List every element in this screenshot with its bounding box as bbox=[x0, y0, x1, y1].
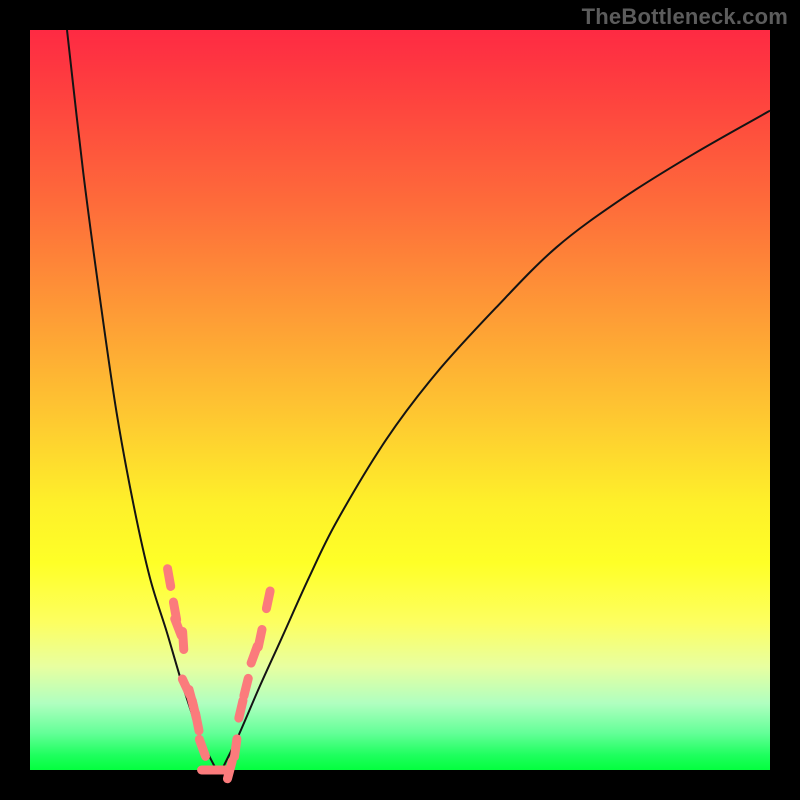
left-branch-curve bbox=[67, 30, 216, 770]
marker-tick bbox=[239, 701, 243, 719]
marker-tick bbox=[258, 629, 262, 647]
right-branch-curve bbox=[222, 111, 770, 770]
watermark: TheBottleneck.com bbox=[582, 4, 788, 30]
marker-tick bbox=[183, 632, 184, 650]
marker-tick bbox=[227, 761, 232, 778]
marker-tick bbox=[168, 569, 171, 587]
marker-tick bbox=[244, 678, 248, 695]
chart-svg bbox=[30, 30, 770, 770]
chart-frame bbox=[30, 30, 770, 770]
marker-tick bbox=[235, 739, 237, 757]
marker-tick bbox=[266, 591, 270, 609]
marker-group bbox=[168, 569, 271, 779]
marker-tick bbox=[195, 713, 199, 731]
marker-tick bbox=[199, 739, 205, 756]
